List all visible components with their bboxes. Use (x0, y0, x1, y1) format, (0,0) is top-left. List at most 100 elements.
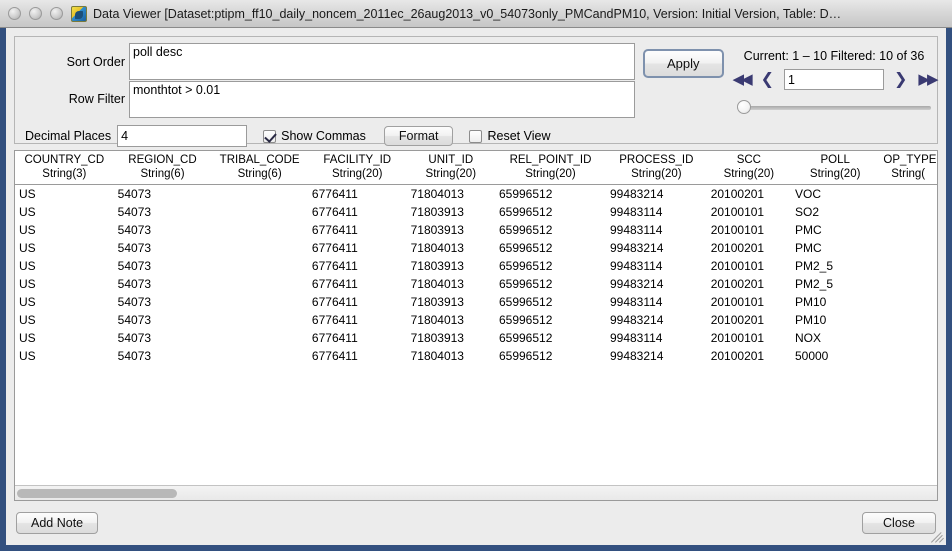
show-commas-checkbox[interactable]: Show Commas (263, 129, 366, 143)
table-cell[interactable]: US (15, 275, 114, 293)
table-cell[interactable]: 54073 (113, 275, 212, 293)
table-cell[interactable]: 71803913 (406, 257, 495, 275)
table-cell[interactable]: 99483214 (605, 275, 707, 293)
table-cell[interactable]: 20100201 (706, 347, 791, 365)
table-cell[interactable]: 71804013 (406, 311, 495, 329)
table-row[interactable]: US 54073 6776411 71803913 65996512 99483114 20… (15, 221, 937, 239)
table-cell[interactable]: PM2_5 (790, 275, 880, 293)
table-cell[interactable]: US (15, 203, 114, 221)
column-header-unit_id[interactable]: UNIT_ID String(20) (406, 151, 495, 185)
table-cell[interactable]: SO2 (790, 203, 880, 221)
table-cell[interactable]: 54073 (113, 239, 212, 257)
table-row[interactable]: US 54073 6776411 71804013 65996512 99483214 20… (15, 184, 937, 203)
table-cell[interactable]: 65996512 (494, 329, 606, 347)
table-cell[interactable]: 20100101 (706, 221, 791, 239)
table-row[interactable]: US 54073 6776411 71804013 65996512 99483214 20… (15, 347, 937, 365)
table-cell[interactable]: 50000 (790, 347, 880, 365)
table-cell[interactable] (211, 311, 308, 329)
horizontal-scrollbar[interactable] (15, 485, 937, 500)
table-cell[interactable]: 65996512 (494, 257, 606, 275)
format-button[interactable]: Format (383, 126, 454, 146)
table-cell[interactable]: 6776411 (307, 329, 407, 347)
column-header-region_cd[interactable]: REGION_CD String(6) (113, 151, 212, 185)
table-cell[interactable]: 65996512 (494, 203, 606, 221)
table-cell[interactable] (211, 257, 308, 275)
table-cell[interactable]: 54073 (113, 203, 212, 221)
table-cell[interactable] (879, 221, 937, 239)
table-cell[interactable] (211, 293, 308, 311)
table-row[interactable]: US 54073 6776411 71804013 65996512 99483214 20… (15, 311, 937, 329)
column-header-facility_id[interactable]: FACILITY_ID String(20) (307, 151, 407, 185)
table-cell[interactable]: US (15, 239, 114, 257)
table-cell[interactable]: 71804013 (406, 347, 495, 365)
table-cell[interactable]: 20100201 (706, 239, 791, 257)
table-cell[interactable]: 6776411 (307, 239, 407, 257)
record-position-slider[interactable] (737, 99, 932, 115)
table-cell[interactable]: 54073 (113, 293, 212, 311)
table-cell[interactable]: 71804013 (406, 184, 495, 203)
last-page-icon[interactable]: ▶▶ (917, 72, 938, 87)
table-cell[interactable]: 20100201 (706, 275, 791, 293)
table-cell[interactable] (211, 221, 308, 239)
apply-button[interactable]: Apply (643, 49, 724, 78)
table-cell[interactable]: PM10 (790, 311, 880, 329)
table-cell[interactable]: 65996512 (494, 311, 606, 329)
table-cell[interactable]: 71804013 (406, 275, 495, 293)
column-header-country_cd[interactable]: COUNTRY_CD String(3) (15, 151, 114, 185)
table-cell[interactable]: 99483214 (605, 239, 707, 257)
table-cell[interactable]: US (15, 329, 114, 347)
table-cell[interactable] (211, 275, 308, 293)
table-row[interactable]: US 54073 6776411 71803913 65996512 99483114 20… (15, 257, 937, 275)
table-cell[interactable]: 99483214 (605, 347, 707, 365)
data-table-scroll[interactable]: COUNTRY_CD String(3) REGION_CD String(6) TRI… (15, 151, 937, 485)
table-cell[interactable]: 6776411 (307, 203, 407, 221)
table-cell[interactable]: 99483114 (605, 257, 707, 275)
table-cell[interactable]: 6776411 (307, 275, 407, 293)
column-header-poll[interactable]: POLL String(20) (790, 151, 880, 185)
table-row[interactable]: US 54073 6776411 71804013 65996512 99483214 20… (15, 239, 937, 257)
minimize-window-button[interactable] (29, 7, 42, 20)
column-header-scc[interactable]: SCC String(20) (706, 151, 791, 185)
close-button[interactable]: Close (862, 512, 936, 534)
table-cell[interactable]: NOX (790, 329, 880, 347)
table-cell[interactable]: 99483114 (605, 293, 707, 311)
table-cell[interactable] (211, 184, 308, 203)
column-header-tribal_code[interactable]: TRIBAL_CODE String(6) (211, 151, 308, 185)
table-cell[interactable]: 6776411 (307, 257, 407, 275)
table-cell[interactable]: PM2_5 (790, 257, 880, 275)
sort-order-input[interactable] (129, 43, 635, 80)
table-cell[interactable] (879, 184, 937, 203)
table-cell[interactable]: 65996512 (494, 293, 606, 311)
table-cell[interactable]: 99483214 (605, 311, 707, 329)
table-cell[interactable]: 65996512 (494, 239, 606, 257)
table-cell[interactable]: US (15, 293, 114, 311)
table-cell[interactable]: 6776411 (307, 311, 407, 329)
table-cell[interactable]: 20100101 (706, 257, 791, 275)
table-cell[interactable] (211, 239, 308, 257)
decimal-places-input[interactable] (117, 125, 248, 147)
table-cell[interactable]: 65996512 (494, 221, 606, 239)
next-page-icon[interactable]: ❯ (893, 71, 908, 88)
table-cell[interactable] (879, 275, 937, 293)
page-number-input[interactable] (784, 69, 885, 90)
zoom-window-button[interactable] (50, 7, 63, 20)
table-cell[interactable] (211, 329, 308, 347)
table-cell[interactable]: US (15, 311, 114, 329)
table-cell[interactable]: 54073 (113, 329, 212, 347)
row-filter-input[interactable] (129, 81, 635, 118)
table-cell[interactable] (879, 239, 937, 257)
table-cell[interactable]: 65996512 (494, 347, 606, 365)
reset-view-checkbox[interactable]: Reset View (469, 129, 550, 143)
table-cell[interactable]: 54073 (113, 311, 212, 329)
table-cell[interactable]: 54073 (113, 347, 212, 365)
column-header-rel_point_id[interactable]: REL_POINT_ID String(20) (494, 151, 606, 185)
table-cell[interactable]: 6776411 (307, 184, 407, 203)
table-cell[interactable] (879, 203, 937, 221)
table-cell[interactable]: 99483114 (605, 329, 707, 347)
column-header-op_type[interactable]: OP_TYPE String( (879, 151, 937, 185)
table-cell[interactable]: 20100201 (706, 184, 791, 203)
table-cell[interactable]: 54073 (113, 257, 212, 275)
horizontal-scrollbar-thumb[interactable] (17, 489, 177, 498)
table-cell[interactable]: 6776411 (307, 293, 407, 311)
table-cell[interactable]: 20100101 (706, 329, 791, 347)
